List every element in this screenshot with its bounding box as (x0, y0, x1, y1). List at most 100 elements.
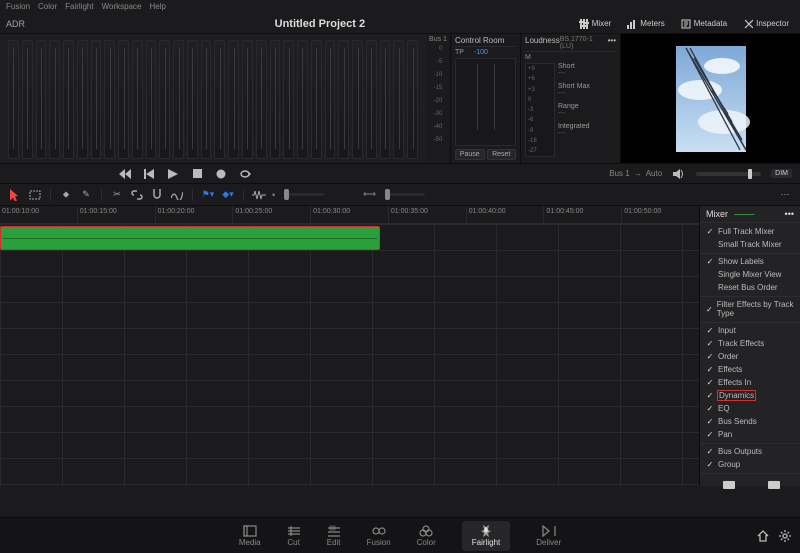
meter-slot (22, 40, 33, 159)
menu-item-dynamics[interactable]: ✓Dynamics (700, 389, 800, 402)
range-tool[interactable] (28, 188, 42, 202)
monitor-routing[interactable]: Bus 1→Auto (609, 169, 662, 178)
video-viewer[interactable] (620, 34, 800, 163)
page-color[interactable]: Color (417, 525, 436, 547)
inspector-toggle[interactable]: Inspector (738, 17, 794, 31)
pause-button[interactable]: Pause (455, 149, 485, 160)
menu-fairlight[interactable]: Fairlight (65, 2, 93, 12)
play-button[interactable] (166, 167, 180, 181)
menu-item-effects[interactable]: ✓Effects (700, 363, 800, 376)
ruler-tick: 01:00:20:00 (155, 206, 233, 223)
menu-item-eq[interactable]: ✓EQ (700, 402, 800, 415)
page-media[interactable]: Media (239, 525, 261, 547)
page-deliver[interactable]: Deliver (536, 525, 561, 547)
meter-slot (173, 40, 184, 159)
menu-item-effects-in[interactable]: ✓Effects In (700, 376, 800, 389)
ruler-tick: 01:00:10:00 (0, 206, 77, 223)
control-room-panel: Control Room TP -100 Pause Reset (450, 34, 520, 163)
timeline-options-button[interactable]: ⋯ (778, 188, 792, 202)
stop-button[interactable] (190, 167, 204, 181)
menu-color[interactable]: Color (38, 2, 57, 12)
app-menubar: Fusion Color Fairlight Workspace Help (0, 0, 800, 14)
page-navigation: Media Cut Edit Fusion Color Fairlight Deliver (0, 517, 800, 553)
page-edit[interactable]: Edit (327, 525, 341, 547)
ruler-tick: 01:00:45:00 (543, 206, 621, 223)
meter-slot (228, 40, 239, 159)
ruler-tick: 01:00:25:00 (232, 206, 310, 223)
menu-help[interactable]: Help (149, 2, 165, 12)
marker-flag-tool[interactable]: ◆▾ (221, 188, 235, 202)
timeline-tracks[interactable] (0, 224, 699, 486)
mixer-panel-more-icon[interactable]: ••• (785, 209, 794, 219)
fader-2[interactable] (753, 480, 792, 482)
settings-icon[interactable] (778, 529, 792, 543)
mixer-toggle[interactable]: Mixer (574, 17, 617, 31)
dim-button[interactable]: DIM (771, 169, 792, 178)
menu-item-filter-effects-by-track-type[interactable]: ✓Filter Effects by Track Type (700, 296, 800, 320)
meter-slot (201, 40, 212, 159)
loudness-panel: Loudness BS.1770-1 (LU) ••• M +9+6+30-3-… (520, 34, 620, 163)
page-cut[interactable]: Cut (287, 525, 301, 547)
menu-item-show-labels[interactable]: ✓Show Labels (700, 253, 800, 268)
menu-item-bus-sends[interactable]: ✓Bus Sends (700, 415, 800, 428)
transient-tool[interactable] (252, 188, 266, 202)
meter-slot (325, 40, 336, 159)
monitor-volume-slider[interactable] (696, 172, 761, 176)
menu-fusion[interactable]: Fusion (6, 2, 30, 12)
meter-slot (366, 40, 377, 159)
pointer-tool[interactable] (8, 188, 22, 202)
loop-button[interactable] (238, 167, 252, 181)
meters-toggle[interactable]: Meters (622, 17, 669, 31)
meter-slot (242, 40, 253, 159)
media-page-icon (243, 525, 257, 537)
meter-slot (146, 40, 157, 159)
cut-page-icon (287, 525, 301, 537)
bus1-scale: Bus 1 0-5-10-15-20-30-40-50 (426, 34, 450, 163)
record-button[interactable] (214, 167, 228, 181)
mixer-context-menu: ✓Full Track MixerSmall Track Mixer ✓Show … (700, 223, 800, 473)
speaker-icon[interactable] (672, 167, 686, 181)
meter-slot (118, 40, 129, 159)
automation-tool[interactable] (170, 188, 184, 202)
menu-item-track-effects[interactable]: ✓Track Effects (700, 337, 800, 350)
edit-page-icon (327, 525, 341, 537)
menu-item-small-track-mixer[interactable]: Small Track Mixer (700, 238, 800, 251)
menu-item-full-track-mixer[interactable]: ✓Full Track Mixer (700, 225, 800, 238)
menu-item-reset-bus-order[interactable]: Reset Bus Order (700, 281, 800, 294)
snap-tool[interactable] (150, 188, 164, 202)
menu-item-order[interactable]: ✓Order (700, 350, 800, 363)
zoom-scrubber-1[interactable] (284, 193, 324, 196)
menu-item-single-mixer-view[interactable]: Single Mixer View (700, 268, 800, 281)
menu-item-bus-outputs[interactable]: ✓Bus Outputs (700, 443, 800, 458)
control-room-meter (455, 58, 516, 146)
menu-item-pan[interactable]: ✓Pan (700, 428, 800, 441)
meter-slot (393, 40, 404, 159)
meter-slot (352, 40, 363, 159)
flag-tool[interactable]: ⚑▾ (201, 188, 215, 202)
menu-item-group[interactable]: ✓Group (700, 458, 800, 471)
razor-tool[interactable]: ✂ (110, 188, 124, 202)
top-right-tools: Mixer Meters Metadata Inspector (574, 17, 794, 31)
adr-label[interactable]: ADR (6, 19, 66, 29)
page-fusion[interactable]: Fusion (367, 525, 391, 547)
timeline-ruler[interactable]: 01:00:10:0001:00:15:0001:00:20:0001:00:2… (0, 206, 699, 224)
rewind-button[interactable] (118, 167, 132, 181)
fader-1[interactable] (708, 480, 747, 482)
pencil-tool[interactable]: ✎ (79, 188, 93, 202)
home-icon[interactable] (756, 529, 770, 543)
marker-tool[interactable]: ⬥ (59, 188, 73, 202)
ruler-tick: 01:00:30:00 (310, 206, 388, 223)
prev-button[interactable] (142, 167, 156, 181)
reset-button[interactable]: Reset (487, 149, 517, 160)
menu-workspace[interactable]: Workspace (102, 2, 142, 12)
link-tool[interactable] (130, 188, 144, 202)
metadata-toggle[interactable]: Metadata (676, 17, 732, 31)
menu-item-input[interactable]: ✓Input (700, 322, 800, 337)
page-fairlight[interactable]: Fairlight (462, 521, 510, 551)
meter-slot (380, 40, 391, 159)
audio-clip[interactable] (0, 226, 380, 250)
zoom-scrubber-2[interactable] (385, 193, 425, 196)
project-title: Untitled Project 2 (66, 18, 574, 30)
db-scale: 0-5-10-15-20-30-40-50 (434, 46, 443, 143)
more-icon[interactable]: ••• (608, 36, 616, 50)
